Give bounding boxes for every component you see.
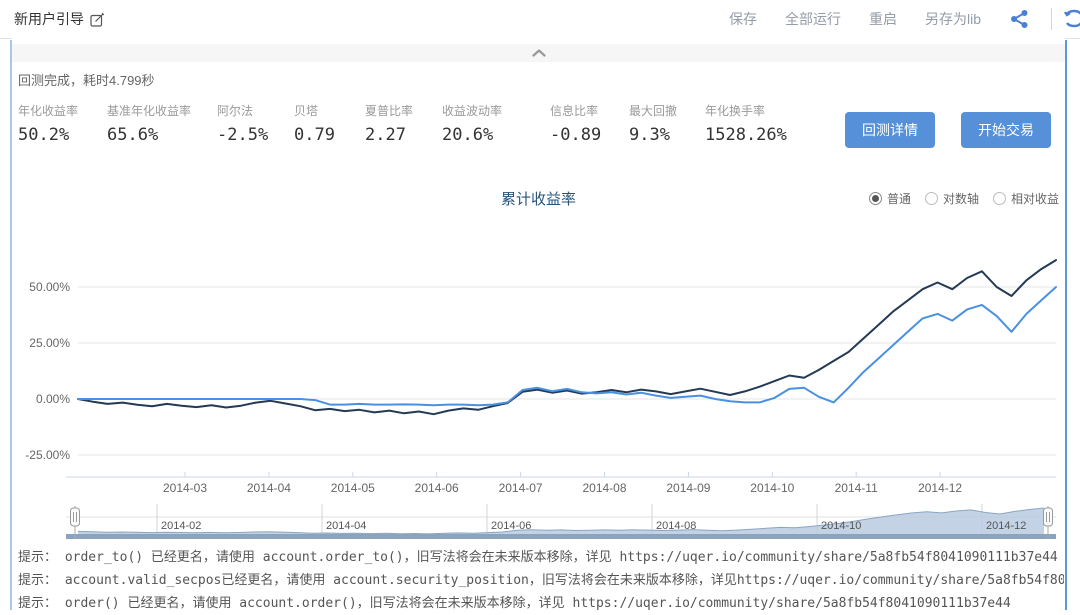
svg-text:25.00%: 25.00%	[29, 336, 70, 350]
svg-text:2014-08: 2014-08	[656, 520, 696, 532]
share-icon[interactable]	[1009, 9, 1031, 29]
svg-text:2014-02: 2014-02	[161, 520, 201, 532]
svg-text:2014-03: 2014-03	[163, 481, 207, 495]
svg-text:2014-05: 2014-05	[331, 481, 375, 495]
radio-normal[interactable]: 普通	[869, 190, 911, 207]
radio-relative-return[interactable]: 相对收益	[993, 190, 1059, 207]
chevron-up-icon	[532, 49, 546, 57]
radio-icon	[925, 192, 938, 205]
svg-text:2014-04: 2014-04	[247, 481, 291, 495]
warning-line: 提示： order() 已经更名，请使用 account.order()，旧写法…	[18, 592, 1064, 615]
metric-volatility: 收益波动率 20.6%	[442, 102, 541, 145]
clipped-toolbar-icon[interactable]	[1064, 9, 1080, 29]
warning-messages: 提示： order_to() 已经更名，请使用 account.order_to…	[18, 546, 1064, 615]
save-as-lib-button[interactable]: 另存为lib	[925, 9, 981, 29]
backtest-status: 回测完成，耗时4.799秒	[18, 70, 155, 89]
radio-selected-icon	[869, 192, 882, 205]
cumulative-return-chart: 50.00% 25.00% 0.00% -25.00% 2014-03 2014-04 20…	[12, 225, 1065, 500]
svg-text:2014-04: 2014-04	[326, 520, 366, 532]
top-toolbar: 新用户引导 保存 全部运行 重启 另存为lib	[0, 0, 1080, 39]
cell-right-border	[1065, 40, 1067, 610]
svg-text:2014-08: 2014-08	[582, 481, 626, 495]
svg-text:2014-10: 2014-10	[750, 481, 794, 495]
metric-sharpe: 夏普比率 2.27	[365, 102, 433, 145]
svg-text:2014-06: 2014-06	[491, 520, 531, 532]
metric-alpha: 阿尔法 -2.5%	[217, 102, 285, 145]
warning-line: 提示： order_to() 已经更名，请使用 account.order_to…	[18, 546, 1064, 569]
metrics-row: 年化收益率 50.2% 基准年化收益率 65.6% 阿尔法 -2.5% 贝塔 0…	[18, 102, 849, 145]
collapse-output-button[interactable]	[12, 44, 1065, 62]
metric-information-ratio: 信息比率 -0.89	[550, 102, 620, 145]
chart-mode-radios: 普通 对数轴 相对收益	[869, 190, 1059, 207]
svg-text:-25.00%: -25.00%	[25, 448, 70, 462]
save-button[interactable]: 保存	[729, 9, 757, 29]
radio-log-axis[interactable]: 对数轴	[925, 190, 979, 207]
toolbar-divider	[1051, 8, 1052, 30]
svg-text:2014-12: 2014-12	[986, 520, 1026, 532]
svg-text:2014-06: 2014-06	[415, 481, 459, 495]
metric-beta: 贝塔 0.79	[294, 102, 356, 145]
metric-benchmark-annual-return: 基准年化收益率 65.6%	[107, 102, 208, 145]
restart-button[interactable]: 重启	[869, 9, 897, 29]
warning-line: 提示： account.valid_secpos已经更名，请使用 account…	[18, 569, 1064, 592]
svg-text:0.00%: 0.00%	[36, 392, 70, 406]
svg-text:2014-10: 2014-10	[821, 520, 861, 532]
svg-text:2014-12: 2014-12	[918, 481, 962, 495]
svg-text:2014-07: 2014-07	[499, 481, 543, 495]
metric-annual-turnover: 年化换手率 1528.26%	[705, 102, 840, 145]
edit-icon[interactable]	[90, 12, 105, 27]
svg-text:2014-11: 2014-11	[835, 481, 878, 495]
notebook-title: 新用户引导	[14, 9, 84, 29]
metric-annual-return: 年化收益率 50.2%	[18, 102, 98, 145]
metric-max-drawdown: 最大回撤 9.3%	[629, 102, 696, 145]
chart-navigator[interactable]: 2014-02 2014-04 2014-06 2014-08 2014-10 2014-…	[12, 503, 1065, 543]
svg-text:2014-09: 2014-09	[666, 481, 710, 495]
run-all-button[interactable]: 全部运行	[785, 9, 841, 29]
start-trading-button[interactable]: 开始交易	[961, 112, 1051, 148]
backtest-output-panel: 回测完成，耗时4.799秒 年化收益率 50.2% 基准年化收益率 65.6% …	[12, 38, 1065, 610]
backtest-detail-button[interactable]: 回测详情	[845, 112, 935, 148]
radio-icon	[993, 192, 1006, 205]
svg-text:50.00%: 50.00%	[29, 280, 70, 294]
